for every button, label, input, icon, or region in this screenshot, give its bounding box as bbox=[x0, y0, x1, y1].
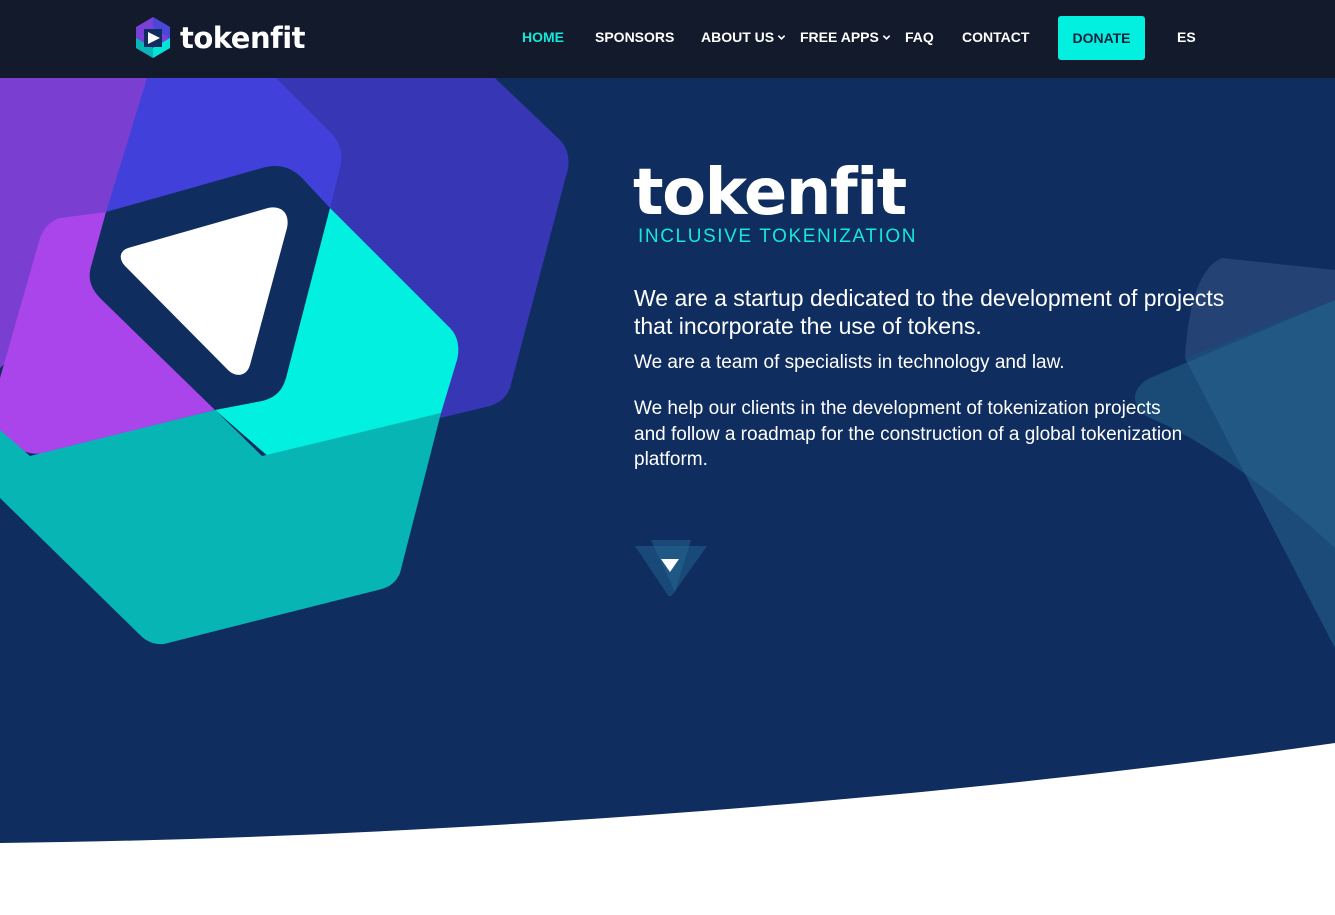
nav-sponsors-label: SPONSORS bbox=[595, 29, 675, 45]
nav-about-us[interactable]: ABOUT US bbox=[701, 29, 786, 45]
donate-button[interactable]: DONATE bbox=[1058, 16, 1145, 60]
nav-sponsors[interactable]: SPONSORS bbox=[595, 29, 674, 45]
chevron-down-icon bbox=[882, 34, 891, 40]
chevron-down-icon bbox=[777, 34, 786, 40]
nav-about-us-label: ABOUT US bbox=[701, 29, 775, 45]
hero-lead: We are a startup dedicated to the develo… bbox=[634, 285, 1225, 339]
nav-faq[interactable]: FAQ bbox=[905, 29, 934, 45]
nav-contact[interactable]: CONTACT bbox=[962, 29, 1029, 45]
hero-paragraph-2: We help our clients in the development o… bbox=[634, 398, 1183, 470]
hero-tagline: INCLUSIVE TOKENIZATION bbox=[638, 226, 918, 247]
nav-home-label: HOME bbox=[522, 29, 564, 45]
hero-paragraph-1: We are a team of specialists in technolo… bbox=[634, 352, 1065, 373]
hero-section: tokenfit INCLUSIVE TOKENIZATION We are a… bbox=[0, 78, 1335, 843]
tokenfit-logo-icon bbox=[136, 17, 170, 58]
nav-free-apps-label: FREE APPS bbox=[800, 29, 879, 45]
brand-logo-link[interactable]: tokenfit bbox=[132, 15, 306, 61]
top-navbar: tokenfit HOME SPONSORS ABOUT US FREE APP… bbox=[0, 0, 1335, 78]
scroll-down-button[interactable] bbox=[633, 538, 709, 598]
nav-faq-label: FAQ bbox=[905, 29, 934, 45]
brand-name: tokenfit bbox=[180, 21, 306, 55]
nav-home[interactable]: HOME bbox=[522, 29, 564, 45]
nav-contact-label: CONTACT bbox=[962, 29, 1030, 45]
nav-free-apps[interactable]: FREE APPS bbox=[800, 29, 891, 45]
hero-logo-text: tokenfit bbox=[633, 156, 907, 230]
language-switch-es[interactable]: ES bbox=[1177, 29, 1196, 45]
